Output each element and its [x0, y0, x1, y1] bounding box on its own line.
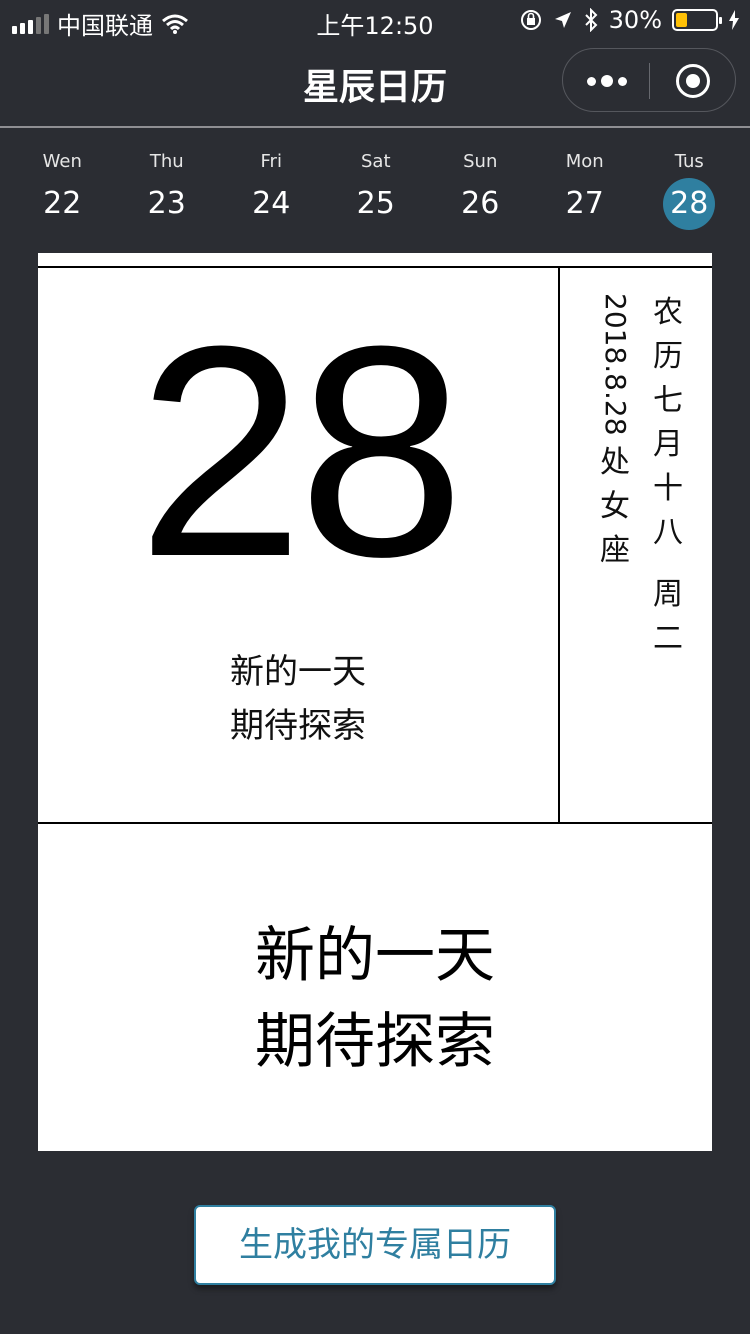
- divider: [558, 267, 560, 823]
- lunar-char: 农: [653, 295, 683, 330]
- day-number: 26: [461, 186, 500, 221]
- day-item[interactable]: Wen 22: [10, 148, 115, 238]
- day-item[interactable]: Mon 27: [533, 148, 638, 238]
- day-number: 27: [565, 186, 604, 221]
- lunar-char: 十: [653, 471, 683, 506]
- more-menu-button[interactable]: [563, 49, 650, 113]
- more-dot-icon: [617, 76, 627, 86]
- lunar-char: 二: [653, 621, 683, 656]
- day-of-week-label: Wen: [42, 151, 82, 172]
- week-strip: Wen 22 Thu 23 Fri 24 Sat 25 Sun 26 Mon 2…: [0, 148, 750, 238]
- location-icon: [554, 12, 571, 28]
- day-of-week-label: Tus: [674, 151, 704, 172]
- bluetooth-icon: [584, 8, 598, 32]
- quote-line: 新的一天: [255, 921, 495, 991]
- day-item[interactable]: Sun 26: [428, 148, 533, 238]
- generate-calendar-button[interactable]: 生成我的专属日历: [194, 1205, 556, 1285]
- lunar-char: 历: [653, 339, 683, 374]
- day-item-selected[interactable]: Tus 28: [637, 148, 742, 238]
- battery-icon: [672, 9, 722, 31]
- lunar-char: 周: [653, 577, 683, 612]
- day-number: 25: [356, 186, 395, 221]
- more-dot-icon: [586, 76, 596, 86]
- divider: [38, 266, 712, 268]
- charging-icon: [729, 10, 739, 30]
- capsule-divider: [649, 63, 650, 99]
- lunar-char: 月: [653, 427, 683, 462]
- close-target-icon[interactable]: [676, 64, 710, 98]
- battery-percent: 30%: [608, 6, 662, 34]
- orientation-lock-icon: [520, 10, 541, 30]
- day-item[interactable]: Sat 25: [324, 148, 429, 238]
- day-of-week-label: Sun: [463, 151, 498, 172]
- quote-line: 期待探索: [255, 1007, 495, 1077]
- lunar-char: 七: [653, 383, 683, 418]
- calendar-card: 28 新的一天 期待探索 农 历 七 月 十 八 周 二 2018.8.28 处…: [38, 253, 712, 1151]
- day-number: 23: [147, 186, 186, 221]
- zodiac-sign: 处 女 座: [595, 441, 635, 573]
- more-dot-icon: [600, 75, 613, 87]
- day-number: 22: [43, 186, 82, 221]
- status-bar: 中国联通 上午12:50 30%: [0, 0, 750, 40]
- nav-bar: 星辰日历: [0, 40, 750, 128]
- divider: [38, 822, 712, 824]
- solar-date: 2018.8.28: [599, 293, 632, 436]
- lunar-date-vertical: 农 历 七 月 十 八 周 二: [648, 291, 688, 661]
- day-item[interactable]: Thu 23: [115, 148, 220, 238]
- status-right: 30%: [519, 6, 740, 34]
- quote-line: 期待探索: [230, 706, 366, 746]
- lunar-char: 八: [653, 515, 683, 550]
- day-number: 24: [252, 186, 291, 221]
- quote-line: 新的一天: [230, 652, 366, 692]
- day-of-week-label: Sat: [360, 151, 391, 172]
- solar-date-vertical: 2018.8.28 处 女 座: [595, 293, 635, 573]
- zodiac-char: 处: [600, 445, 630, 480]
- quote-small: 新的一天 期待探索: [38, 645, 558, 753]
- day-of-week-label: Thu: [149, 151, 184, 172]
- zodiac-char: 座: [600, 533, 630, 568]
- day-of-week-label: Mon: [565, 151, 604, 172]
- quote-large: 新的一天 期待探索: [38, 913, 712, 1085]
- big-day-number: 28: [137, 283, 465, 619]
- day-of-week-label: Fri: [260, 151, 282, 172]
- mini-program-capsule: [562, 48, 736, 112]
- zodiac-char: 女: [600, 489, 630, 524]
- day-item[interactable]: Fri 24: [219, 148, 324, 238]
- day-number-selected: 28: [663, 178, 716, 230]
